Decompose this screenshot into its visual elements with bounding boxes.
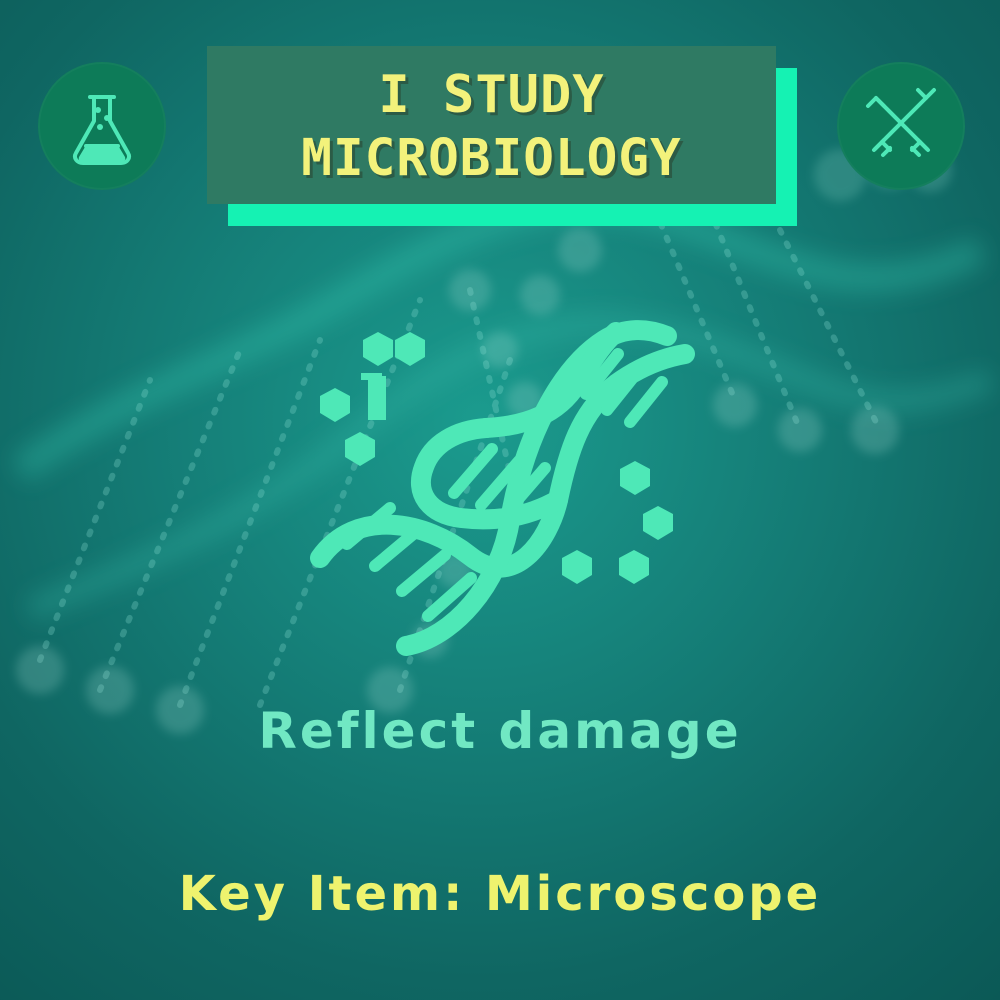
title-line-2: MICROBIOLOGY [301, 128, 682, 188]
flask-icon [72, 95, 132, 165]
crossed-swords-icon [866, 88, 936, 157]
title-line-1: I STUDY [378, 64, 605, 125]
flask-badge [38, 62, 166, 190]
swords-badge [837, 62, 965, 190]
ability-text: Reflect damage [258, 702, 742, 760]
dna-icon [310, 320, 695, 656]
key-item-text: Key Item: Microscope [178, 866, 822, 922]
card: I STUDY MICROBIOLOGY Reflect damage Key … [0, 0, 1000, 1000]
title-box: I STUDY MICROBIOLOGY [207, 46, 776, 204]
